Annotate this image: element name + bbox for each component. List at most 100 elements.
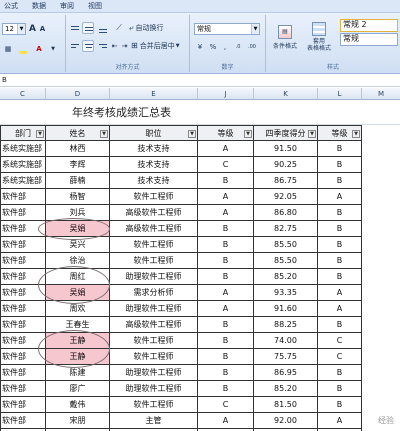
dept-cell[interactable]: 软件部 (0, 317, 46, 333)
increase-indent-icon[interactable]: ⇥ (120, 40, 129, 52)
final-grade-cell[interactable]: A (318, 301, 362, 317)
q4-score-cell[interactable]: 82.75 (254, 221, 318, 237)
column-header-c[interactable]: C (0, 88, 46, 100)
position-cell[interactable]: 软件工程师 (110, 189, 198, 205)
dept-cell[interactable]: 软件部 (0, 269, 46, 285)
dept-cell[interactable]: 软件部 (0, 237, 46, 253)
font-color-icon[interactable]: A (32, 43, 46, 55)
name-cell[interactable]: 薛楠 (46, 173, 110, 189)
final-grade-cell[interactable]: C (318, 349, 362, 365)
column-header-cell[interactable]: 职位 ▼ (110, 125, 198, 141)
comma-style-icon[interactable]: , (220, 41, 230, 53)
increase-decimal-icon[interactable]: .0 (232, 41, 244, 53)
q4-score-cell[interactable]: 90.25 (254, 157, 318, 173)
position-cell[interactable]: 助理软件工程师 (110, 381, 198, 397)
position-cell[interactable]: 技术支持 (110, 157, 198, 173)
final-grade-cell[interactable]: B (318, 205, 362, 221)
filter-dropdown-icon[interactable]: ▼ (36, 130, 44, 138)
name-cell[interactable]: 李辉 (46, 157, 110, 173)
grade-cell[interactable]: B (198, 173, 254, 189)
dept-cell[interactable]: 软件部 (0, 189, 46, 205)
final-grade-cell[interactable]: B (318, 397, 362, 413)
name-cell[interactable]: 周欢 (46, 301, 110, 317)
q4-score-cell[interactable]: 81.50 (254, 397, 318, 413)
q4-score-cell[interactable]: 91.50 (254, 141, 318, 157)
percent-icon[interactable]: % (208, 41, 218, 53)
q4-score-cell[interactable]: 92.05 (254, 189, 318, 205)
grade-cell[interactable]: B (198, 221, 254, 237)
q4-score-cell[interactable]: 88.25 (254, 317, 318, 333)
dept-cell[interactable]: 系统实施部 (0, 173, 46, 189)
filter-dropdown-icon[interactable]: ▼ (308, 130, 316, 138)
position-cell[interactable]: 高级软件工程师 (110, 205, 198, 221)
grade-cell[interactable]: C (198, 397, 254, 413)
format-as-table-button[interactable]: 套用 表格格式 (303, 17, 335, 57)
final-grade-cell[interactable]: B (318, 365, 362, 381)
final-grade-cell[interactable]: B (318, 237, 362, 253)
column-header-d[interactable]: D (46, 88, 110, 100)
currency-icon[interactable]: ¥ (194, 41, 206, 53)
name-cell[interactable]: 王春生 (46, 317, 110, 333)
final-grade-cell[interactable]: B (318, 157, 362, 173)
position-cell[interactable]: 技术支持 (110, 173, 198, 189)
column-header-cell[interactable]: 部门 ▼ (0, 125, 46, 141)
align-middle-icon[interactable] (82, 22, 94, 34)
final-grade-cell[interactable]: A (318, 189, 362, 205)
name-box[interactable]: B (2, 75, 62, 86)
q4-score-cell[interactable]: 93.35 (254, 285, 318, 301)
q4-score-cell[interactable]: 85.20 (254, 381, 318, 397)
dept-cell[interactable]: 软件部 (0, 365, 46, 381)
name-cell[interactable]: 廖广 (46, 381, 110, 397)
fill-color-icon[interactable] (16, 43, 30, 55)
style-normal[interactable]: 常规 (340, 33, 398, 46)
align-right-icon[interactable] (96, 40, 108, 52)
position-cell[interactable]: 软件工程师 (110, 333, 198, 349)
column-header-cell[interactable]: 等级 ▼ (198, 125, 254, 141)
final-grade-cell[interactable]: B (318, 317, 362, 333)
decrease-decimal-icon[interactable]: .00 (246, 41, 258, 53)
q4-score-cell[interactable]: 92.00 (254, 413, 318, 429)
q4-score-cell[interactable]: 74.00 (254, 333, 318, 349)
dept-cell[interactable]: 软件部 (0, 221, 46, 237)
name-cell[interactable]: 戴伟 (46, 397, 110, 413)
final-grade-cell[interactable]: B (318, 381, 362, 397)
position-cell[interactable]: 助理软件工程师 (110, 269, 198, 285)
grow-font-icon[interactable]: A (28, 23, 37, 35)
position-cell[interactable]: 软件工程师 (110, 237, 198, 253)
position-cell[interactable]: 助理软件工程师 (110, 301, 198, 317)
column-header-j[interactable]: J (198, 88, 254, 100)
merge-center-button[interactable]: ⊞ 合并后居中 ▼ (130, 39, 188, 52)
tab-formulas[interactable]: 公式 (4, 1, 18, 11)
grade-cell[interactable]: B (198, 269, 254, 285)
dept-cell[interactable]: 软件部 (0, 397, 46, 413)
grade-cell[interactable]: A (198, 189, 254, 205)
filter-dropdown-icon[interactable]: ▼ (188, 130, 196, 138)
column-header-l[interactable]: L (318, 88, 362, 100)
decrease-indent-icon[interactable]: ⇤ (110, 40, 119, 52)
name-cell[interactable]: 吴娟 (46, 285, 110, 301)
final-grade-cell[interactable]: A (318, 413, 362, 429)
number-format-combo[interactable]: 常规 ▼ (194, 23, 260, 35)
chevron-down-icon[interactable]: ▼ (17, 24, 25, 34)
q4-score-cell[interactable]: 86.75 (254, 173, 318, 189)
dept-cell[interactable]: 系统实施部 (0, 141, 46, 157)
grade-cell[interactable]: B (198, 253, 254, 269)
dept-cell[interactable]: 系统实施部 (0, 157, 46, 173)
grade-cell[interactable]: B (198, 381, 254, 397)
tab-data[interactable]: 数据 (32, 1, 46, 11)
shrink-font-icon[interactable]: A (38, 23, 47, 35)
final-grade-cell[interactable]: B (318, 269, 362, 285)
chevron-down-icon[interactable]: ▼ (251, 24, 259, 34)
align-top-icon[interactable] (68, 22, 80, 34)
dept-cell[interactable]: 软件部 (0, 333, 46, 349)
grade-cell[interactable]: C (198, 157, 254, 173)
q4-score-cell[interactable]: 85.20 (254, 269, 318, 285)
grade-cell[interactable]: A (198, 205, 254, 221)
name-cell[interactable]: 杨智 (46, 189, 110, 205)
name-cell[interactable]: 徐治 (46, 253, 110, 269)
name-cell[interactable]: 吴娟 (46, 221, 110, 237)
position-cell[interactable]: 需求分析师 (110, 285, 198, 301)
q4-score-cell[interactable]: 91.60 (254, 301, 318, 317)
q4-score-cell[interactable]: 86.95 (254, 365, 318, 381)
q4-score-cell[interactable]: 85.50 (254, 253, 318, 269)
